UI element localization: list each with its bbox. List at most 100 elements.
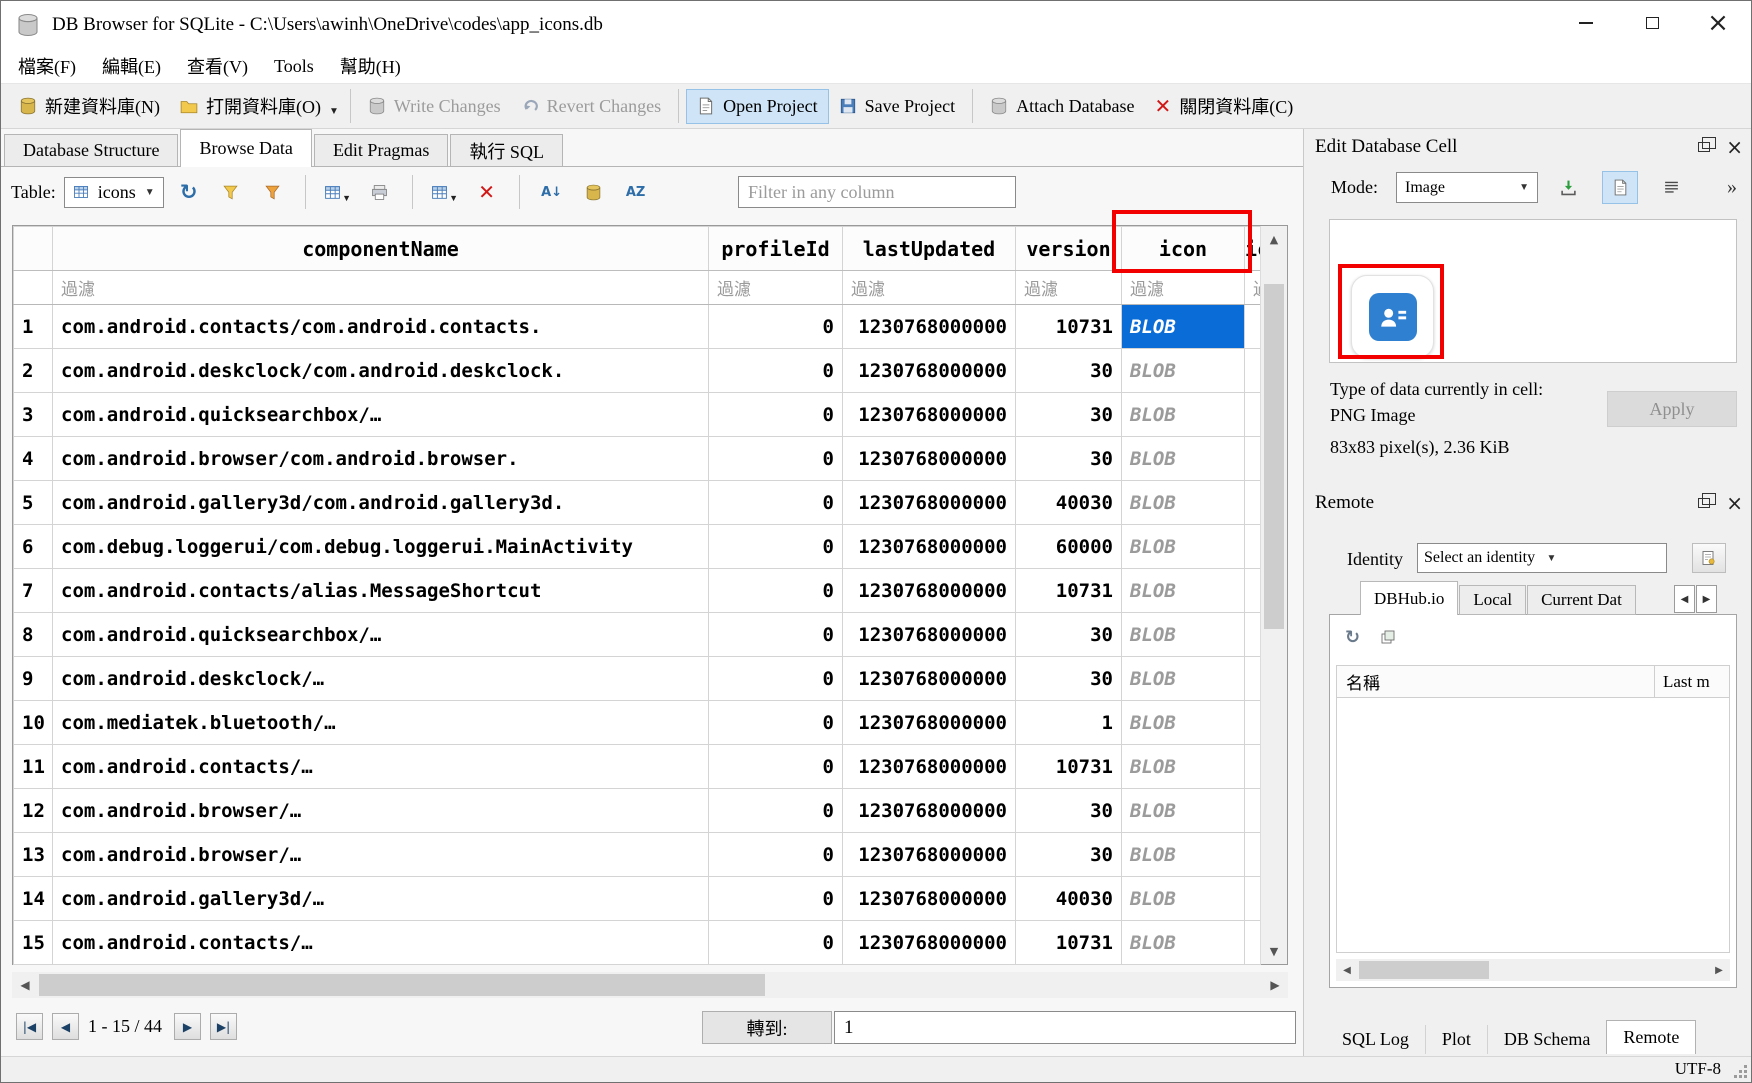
version-cell[interactable]: 10731 [1016,921,1122,965]
refresh-remote-icon[interactable]: ↻ [1345,627,1360,648]
icon-blob-cell[interactable]: BLOB [1122,349,1245,393]
sort-az-button[interactable]: AZ [619,175,653,209]
last-updated-cell[interactable]: 1230768000000 [843,393,1016,437]
partial-cell[interactable] [1245,789,1261,833]
previous-record-button[interactable]: ◀ [52,1013,79,1040]
profile-id-cell[interactable]: 0 [709,437,843,481]
last-updated-cell[interactable]: 1230768000000 [843,877,1016,921]
component-name-cell[interactable]: com.android.contacts/alias.MessageShortc… [53,569,709,613]
tab-sql-log[interactable]: SQL Log [1326,1025,1425,1054]
row-number-cell[interactable]: 10 [14,701,53,745]
tab-dbhub[interactable]: DBHub.io [1360,581,1458,615]
clear-filters-button[interactable] [214,175,248,209]
filter-input-lastUpdated[interactable]: 過濾 [843,271,1016,305]
tab-database-structure[interactable]: Database Structure [4,134,178,167]
last-updated-cell[interactable]: 1230768000000 [843,569,1016,613]
row-number-cell[interactable]: 11 [14,745,53,789]
scroll-up-button[interactable]: ▲ [1261,226,1287,252]
row-number-cell[interactable]: 2 [14,349,53,393]
last-updated-cell[interactable]: 1230768000000 [843,305,1016,349]
row-number-cell[interactable]: 9 [14,657,53,701]
version-cell[interactable]: 30 [1016,613,1122,657]
row-number-cell[interactable]: 5 [14,481,53,525]
row-number-cell[interactable]: 3 [14,393,53,437]
next-record-button[interactable]: ▶ [174,1013,201,1040]
row-number-cell[interactable]: 4 [14,437,53,481]
partial-cell[interactable] [1245,745,1261,789]
last-updated-cell[interactable]: 1230768000000 [843,437,1016,481]
image-view-button[interactable] [1602,171,1638,204]
column-header-lastUpdated[interactable]: lastUpdated [843,227,1016,271]
open-project-button[interactable]: Open Project [686,89,828,124]
last-updated-cell[interactable]: 1230768000000 [843,701,1016,745]
icon-blob-cell[interactable]: BLOB [1122,701,1245,745]
sort-ascending-button[interactable]: A↓ [535,175,569,209]
partial-cell[interactable] [1245,437,1261,481]
table-selector[interactable]: icons ▼ [64,177,164,208]
column-header-version[interactable]: version [1016,227,1122,271]
column-header-profileId[interactable]: profileId [709,227,843,271]
partial-cell[interactable] [1245,393,1261,437]
revert-changes-button[interactable]: Revert Changes [511,90,671,123]
row-number-cell[interactable]: 8 [14,613,53,657]
profile-id-cell[interactable]: 0 [709,569,843,613]
last-updated-cell[interactable]: 1230768000000 [843,481,1016,525]
tab-db-schema[interactable]: DB Schema [1487,1025,1606,1054]
component-name-cell[interactable]: com.android.browser/… [53,789,709,833]
goto-button[interactable]: 轉到: [702,1011,832,1044]
first-record-button[interactable]: |◀ [16,1013,43,1040]
profile-id-cell[interactable]: 0 [709,613,843,657]
maximize-button[interactable] [1619,1,1685,45]
column-header-componentName[interactable]: componentName [53,227,709,271]
row-number-cell[interactable]: 12 [14,789,53,833]
vertical-scrollbar-thumb[interactable] [1264,284,1284,629]
row-number-cell[interactable]: 15 [14,921,53,965]
write-changes-button[interactable]: Write Changes [358,90,511,123]
icon-blob-cell[interactable]: BLOB [1122,525,1245,569]
version-cell[interactable]: 40030 [1016,877,1122,921]
tab-plot[interactable]: Plot [1425,1025,1487,1054]
resize-grip[interactable] [1744,1075,1747,1078]
print-button[interactable] [363,175,397,209]
partial-cell[interactable] [1245,349,1261,393]
filter-input-version[interactable]: 過濾 [1016,271,1122,305]
tab-current-database[interactable]: Current Dat [1527,585,1636,615]
component-name-cell[interactable]: com.android.contacts/com.android.contact… [53,305,709,349]
partial-cell[interactable] [1245,613,1261,657]
grid-vertical-scrollbar[interactable]: ▲ ▼ [1260,226,1287,964]
last-updated-cell[interactable]: 1230768000000 [843,745,1016,789]
component-name-cell[interactable]: com.android.browser/… [53,833,709,877]
insert-record-button[interactable]: ▼ [428,175,462,209]
row-number-cell[interactable]: 1 [14,305,53,349]
scroll-right-button[interactable]: ▶ [1708,959,1730,981]
component-name-cell[interactable]: com.android.quicksearchbox/… [53,613,709,657]
version-cell[interactable]: 30 [1016,393,1122,437]
encoding-indicator[interactable]: UTF-8 [1675,1059,1721,1079]
version-cell[interactable]: 60000 [1016,525,1122,569]
float-panel-icon[interactable] [1698,142,1710,152]
version-cell[interactable]: 1 [1016,701,1122,745]
version-cell[interactable]: 30 [1016,833,1122,877]
component-name-cell[interactable]: com.android.browser/com.android.browser. [53,437,709,481]
delete-record-button[interactable]: ✕ [470,175,504,209]
filter-input-icon[interactable]: 過濾 [1122,271,1245,305]
tabs-scroll-right-button[interactable]: ▶ [1696,585,1717,613]
row-number-cell[interactable]: 13 [14,833,53,877]
profile-id-cell[interactable]: 0 [709,789,843,833]
icon-blob-cell[interactable]: BLOB [1122,613,1245,657]
attach-database-button[interactable]: Attach Database [980,90,1144,123]
close-database-button[interactable]: ✕ 關閉資料庫(C) [1145,87,1304,125]
component-name-cell[interactable]: com.android.quicksearchbox/… [53,393,709,437]
profile-id-cell[interactable]: 0 [709,745,843,789]
component-name-cell[interactable]: com.android.deskclock/… [53,657,709,701]
partial-cell[interactable] [1245,877,1261,921]
last-updated-cell[interactable]: 1230768000000 [843,921,1016,965]
filter-input-partial[interactable]: 過濾 [1245,271,1261,305]
menu-help[interactable]: 幫助(H) [327,49,414,83]
component-name-cell[interactable]: com.android.gallery3d/… [53,877,709,921]
import-identity-button[interactable] [1692,543,1726,573]
profile-id-cell[interactable]: 0 [709,701,843,745]
last-updated-cell[interactable]: 1230768000000 [843,789,1016,833]
scroll-left-button[interactable]: ◀ [12,972,38,998]
last-updated-cell[interactable]: 1230768000000 [843,613,1016,657]
